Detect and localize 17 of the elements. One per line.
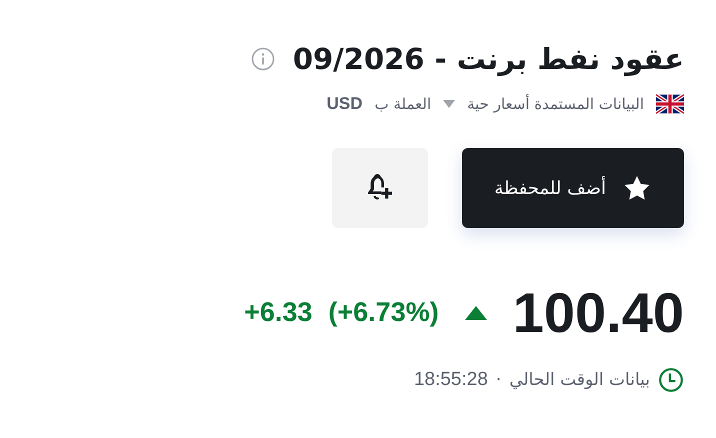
uk-flag-icon — [656, 94, 684, 114]
separator-dot: · — [496, 370, 502, 390]
info-icon[interactable] — [250, 47, 275, 71]
data-source[interactable]: البيانات المستمدة أسعار حية — [467, 95, 644, 113]
dropdown-caret-icon[interactable] — [443, 100, 456, 108]
clock-icon — [658, 367, 684, 393]
update-time: 18:55:28 — [414, 369, 488, 391]
add-alert-button[interactable] — [332, 148, 428, 228]
price-change: +6.33 — [244, 297, 312, 328]
page-title: عقود نفط برنت - 09/2026 — [292, 42, 684, 76]
currency-code: USD — [326, 94, 363, 114]
star-icon — [624, 176, 650, 200]
add-to-portfolio-button[interactable]: أضف للمحفظة — [462, 148, 684, 228]
time-label: بيانات الوقت الحالي — [509, 370, 650, 390]
currency-label: العملة ب — [374, 95, 432, 113]
change-percent: (+6.73%) — [328, 297, 439, 328]
last-price: 100.40 — [512, 280, 684, 345]
